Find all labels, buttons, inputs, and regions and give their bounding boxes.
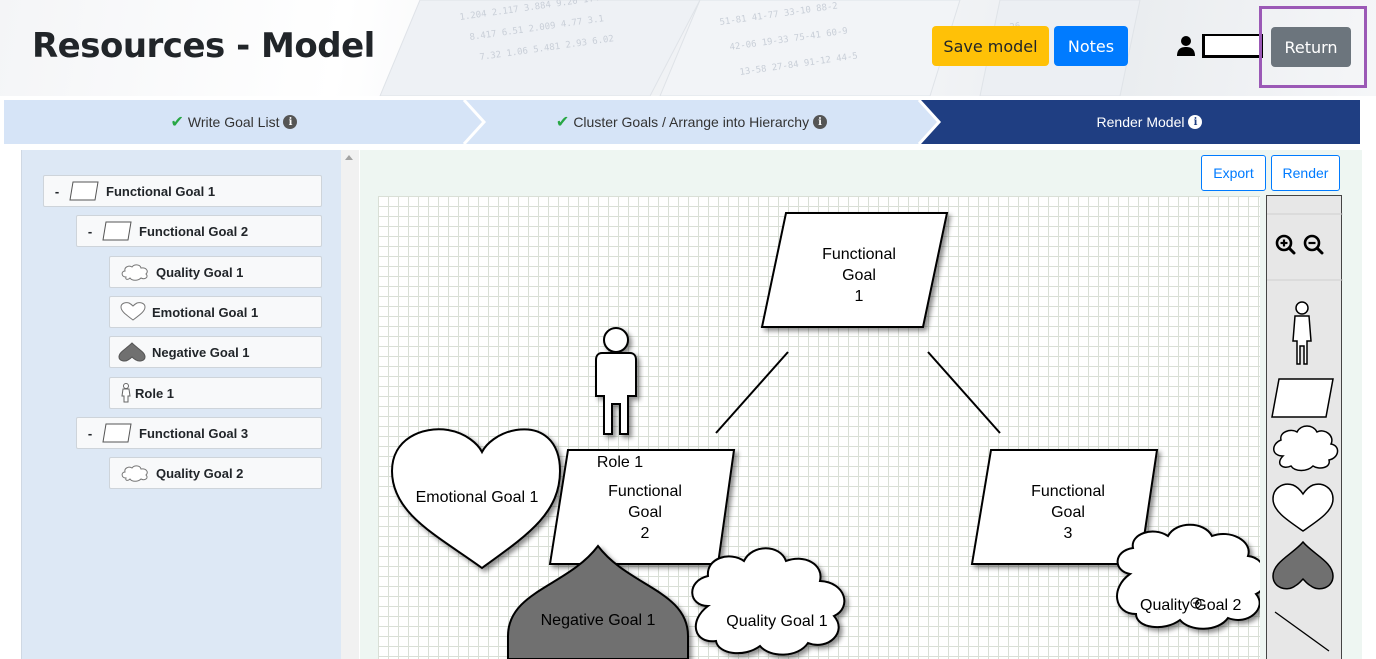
step-label: Cluster Goals / Arrange into Hierarchy	[573, 114, 810, 130]
tree-node-role-1[interactable]: Role 1	[109, 377, 322, 409]
functional-goal-icon	[101, 221, 133, 241]
role-label: Role 1	[596, 454, 644, 471]
negative-goal-icon[interactable]	[1272, 540, 1334, 590]
tree-node-label: Quality Goal 1	[156, 264, 244, 280]
quality-goal-icon[interactable]	[1273, 425, 1339, 472]
export-button[interactable]: Export	[1201, 155, 1266, 191]
functional-goal-icon	[68, 181, 100, 201]
tree-scrollbar[interactable]	[341, 150, 359, 659]
check-icon: ✔	[170, 114, 184, 131]
tree-node-label: Functional Goal 2	[139, 223, 249, 239]
connector-line[interactable]	[927, 351, 1001, 434]
page-title: Resources - Model	[32, 26, 375, 66]
tree-node-label: Role 1	[135, 385, 175, 401]
step-label: Write Goal List	[187, 114, 280, 130]
connector-icon[interactable]	[1274, 611, 1330, 652]
tree-node-functional-goal-2[interactable]: - Functional Goal 2	[76, 215, 322, 247]
user-icon	[1177, 36, 1195, 56]
shape-palette	[1266, 195, 1343, 659]
step-cluster-goals[interactable]: ✔ Cluster Goals / Arrange into Hierarchy…	[469, 100, 914, 144]
app-window: 1.204 2.117 3.884 9.20 1.44 8.417 6.51 2…	[0, 0, 1376, 659]
tree-node-emotional-goal-1[interactable]: Emotional Goal 1	[109, 296, 322, 328]
collapse-toggle[interactable]: -	[79, 224, 101, 239]
return-button[interactable]: Return	[1271, 27, 1351, 67]
tree-node-label: Functional Goal 3	[139, 425, 249, 441]
collapse-toggle[interactable]: -	[79, 426, 101, 441]
info-icon[interactable]: i	[283, 115, 298, 129]
tree-node-label: Emotional Goal 1	[152, 304, 259, 320]
connector-line[interactable]	[715, 351, 789, 434]
info-icon[interactable]: i	[813, 115, 828, 129]
tree-node-functional-goal-1[interactable]: - Functional Goal 1	[43, 175, 322, 207]
save-model-button[interactable]: Save model	[932, 26, 1049, 66]
fg1-label: Functional Goal 1	[822, 246, 896, 305]
negative-goal-label: Negative Goal 1	[540, 612, 656, 629]
step-write-goal-list[interactable]: ✔ Write Goal List i	[4, 100, 464, 144]
role-shape[interactable]	[595, 327, 637, 435]
fg2-label: Functional Goal 2	[608, 483, 682, 542]
role-icon[interactable]	[1292, 301, 1312, 365]
tree-node-label: Quality Goal 2	[156, 465, 244, 481]
functional-goal-icon	[101, 423, 133, 443]
wizard-steps: ✔ Write Goal List i ✔ Cluster Goals / Ar…	[4, 100, 1360, 144]
fg3-label: Functional Goal 3	[1031, 483, 1105, 542]
negative-heart-icon	[118, 342, 146, 362]
check-icon: ✔	[555, 114, 570, 131]
zoom-out-icon[interactable]	[1303, 234, 1324, 255]
scroll-up-icon[interactable]	[345, 155, 353, 160]
tree-node-functional-goal-3[interactable]: - Functional Goal 3	[76, 417, 322, 449]
tree-node-negative-goal-1[interactable]: Negative Goal 1	[109, 336, 322, 368]
render-button[interactable]: Render	[1271, 155, 1340, 191]
step-label: Render Model	[1096, 114, 1185, 130]
role-icon	[120, 383, 132, 403]
header-bar: 1.204 2.117 3.884 9.20 1.44 8.417 6.51 2…	[0, 0, 1376, 96]
quality-goal-2-label: Quality Goal 2	[1140, 597, 1242, 614]
cloud-icon	[120, 464, 150, 482]
step-render-model[interactable]: Render Model i	[939, 100, 1360, 144]
cloud-icon	[120, 263, 150, 281]
quality-goal-1-label: Quality Goal 1	[726, 613, 828, 630]
zoom-in-icon[interactable]	[1275, 234, 1296, 255]
emotional-goal-icon[interactable]	[1272, 483, 1334, 532]
tree-node-label: Functional Goal 1	[106, 183, 216, 199]
emotional-goal-label: Emotional Goal 1	[415, 489, 539, 506]
goal-tree-panel: - Functional Goal 1 - Functional Goal 2 …	[21, 150, 359, 659]
tree-node-quality-goal-1[interactable]: Quality Goal 1	[109, 256, 322, 288]
tree-node-quality-goal-2[interactable]: Quality Goal 2	[109, 457, 322, 489]
notes-button[interactable]: Notes	[1054, 26, 1128, 66]
info-icon[interactable]: i	[1188, 115, 1203, 129]
heart-icon	[120, 302, 146, 322]
username-field	[1202, 34, 1263, 58]
quality-goal-1-shape[interactable]	[691, 547, 846, 656]
functional-goal-icon[interactable]	[1271, 378, 1334, 418]
collapse-toggle[interactable]: -	[46, 184, 68, 199]
tree-node-label: Negative Goal 1	[152, 344, 250, 360]
